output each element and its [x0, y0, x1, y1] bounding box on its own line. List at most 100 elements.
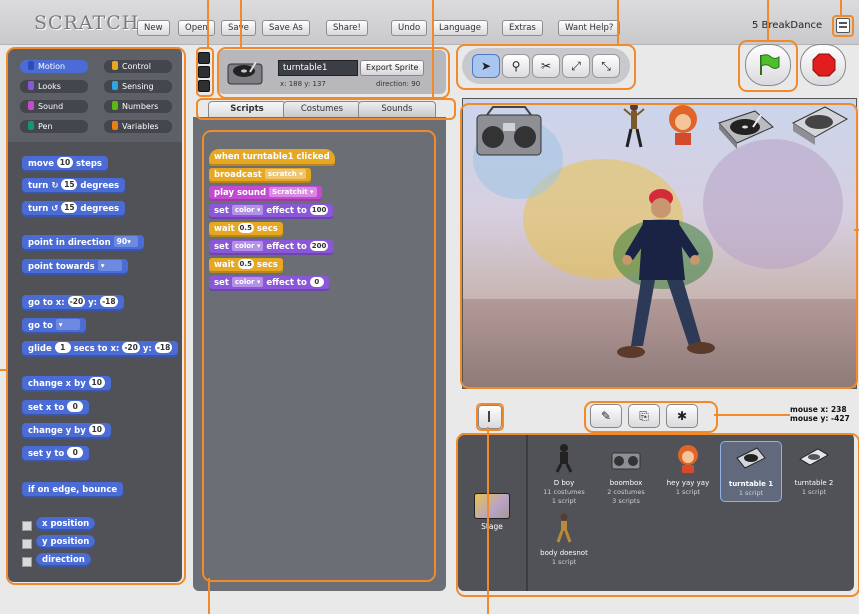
sprite-tile-turntable-1[interactable]: turntable 1 1 script — [720, 441, 782, 502]
effect-dropdown[interactable]: color ▾ — [231, 205, 264, 215]
set-effect-block[interactable]: set color ▾ effect to 100 — [209, 204, 334, 219]
green-flag-button[interactable] — [745, 44, 791, 86]
duplicate-stamp-icon[interactable]: ⚲ — [502, 54, 530, 78]
value-input[interactable]: 10 — [88, 377, 105, 388]
degrees-input[interactable]: 15 — [61, 202, 78, 213]
effect-value-input[interactable]: 100 — [309, 205, 329, 215]
go-to-xy-block[interactable]: go to x: -20 y: -18 — [22, 295, 124, 311]
y-position-checkbox[interactable] — [22, 539, 32, 549]
no-rotate-mode-icon[interactable] — [198, 80, 210, 92]
when-sprite-clicked-hat-block[interactable]: when turntable1 clicked — [209, 149, 335, 166]
sprite-tile-body-doesnot[interactable]: body doesnot 1 script — [534, 513, 594, 567]
y-input[interactable]: -18 — [100, 296, 118, 307]
change-x-block[interactable]: change x by 10 — [22, 376, 111, 392]
value-input[interactable]: 0 — [67, 447, 84, 458]
dancer-sprite-icon[interactable] — [623, 101, 645, 151]
effect-dropdown[interactable]: color ▾ — [231, 241, 264, 251]
category-pen[interactable]: Pen — [20, 120, 88, 133]
point-towards-block[interactable]: point towards ▾ — [22, 259, 128, 275]
change-y-block[interactable]: change y by 10 — [22, 423, 111, 439]
language-button[interactable]: Language — [432, 20, 488, 36]
value-input[interactable]: 10 — [88, 424, 105, 435]
arrow-pointer-icon[interactable]: ➤ — [472, 54, 500, 78]
move-block[interactable]: move 10 steps — [22, 156, 108, 172]
direction-checkbox[interactable] — [22, 557, 32, 567]
presentation-mode-icon[interactable] — [478, 405, 502, 429]
new-button[interactable]: New — [137, 20, 170, 36]
save-button[interactable]: Save — [221, 20, 256, 36]
breakdancer-sprite-icon[interactable] — [603, 184, 723, 366]
stage[interactable] — [462, 98, 857, 389]
set-y-block[interactable]: set y to 0 — [22, 446, 90, 462]
turntable2-sprite-icon[interactable] — [789, 103, 849, 149]
sprite-tile-boombox[interactable]: boombox 2 costumes 3 scripts — [596, 443, 656, 506]
share-button[interactable]: Share! — [326, 20, 368, 36]
stop-button[interactable] — [800, 44, 846, 86]
secs-input[interactable]: 0.5 — [237, 259, 254, 269]
target-dropdown[interactable]: ▾ — [97, 260, 122, 271]
rotate-mode-icon[interactable] — [198, 52, 210, 64]
degrees-input[interactable]: 15 — [61, 179, 78, 190]
bounce-block[interactable]: if on edge, bounce — [22, 482, 124, 498]
export-sprite-button[interactable]: Export Sprite — [360, 60, 425, 76]
secs-input[interactable]: 1 — [54, 342, 71, 353]
effect-value-input[interactable]: 0 — [309, 277, 324, 287]
category-variables[interactable]: Variables — [104, 120, 172, 133]
flip-mode-icon[interactable] — [198, 66, 210, 78]
sprite-name-input[interactable]: turntable1 — [278, 60, 358, 76]
scripts-area[interactable]: when turntable1 clicked broadcast scratc… — [193, 117, 446, 591]
x-input[interactable]: -20 — [67, 296, 86, 307]
sprite-tile-hey-yay-yay[interactable]: hey yay yay 1 script — [658, 443, 718, 497]
tab-scripts[interactable]: Scripts — [208, 101, 286, 118]
save-as-button[interactable]: Save As — [262, 20, 310, 36]
set-x-block[interactable]: set x to 0 — [22, 400, 90, 416]
x-input[interactable]: -20 — [122, 342, 140, 353]
point-in-direction-block[interactable]: point in direction 90▾ — [22, 235, 144, 251]
direction-reporter[interactable]: direction — [36, 553, 91, 567]
message-dropdown[interactable]: scratch ▾ — [264, 169, 306, 179]
category-sound[interactable]: Sound — [20, 100, 88, 113]
turn-ccw-block[interactable]: turn ↺ 15 degrees — [22, 201, 126, 217]
category-control[interactable]: Control — [104, 60, 172, 73]
extras-button[interactable]: Extras — [502, 20, 543, 36]
category-looks[interactable]: Looks — [20, 80, 88, 93]
choose-sprite-from-file-icon[interactable]: ⎘ — [628, 404, 660, 428]
grow-sprite-icon[interactable]: ⤢ — [562, 54, 590, 78]
secs-input[interactable]: 0.5 — [237, 223, 254, 233]
category-numbers[interactable]: Numbers — [104, 100, 172, 113]
target-dropdown[interactable]: ▾ — [55, 319, 80, 330]
boombox-sprite-icon[interactable] — [473, 105, 545, 159]
help-button[interactable]: Want Help? — [558, 20, 621, 36]
set-effect-block[interactable]: set color ▾ effect to 0 — [209, 276, 329, 291]
stage-thumbnail[interactable] — [474, 493, 510, 519]
glide-block[interactable]: glide 1 secs to x: -20 y: -18 — [22, 341, 179, 357]
open-button[interactable]: Open — [178, 20, 215, 36]
x-position-reporter[interactable]: x position — [36, 517, 96, 531]
delete-scissors-icon[interactable]: ✂ — [532, 54, 560, 78]
value-input[interactable]: 0 — [67, 401, 84, 412]
tab-sounds[interactable]: Sounds — [358, 101, 436, 118]
sprite-tile-turntable-2[interactable]: turntable 2 1 script — [784, 443, 844, 497]
x-position-checkbox[interactable] — [22, 521, 32, 531]
play-sound-block[interactable]: play sound Scratchit ▾ — [209, 186, 322, 201]
go-to-block[interactable]: go to ▾ — [22, 318, 86, 334]
paint-new-sprite-icon[interactable]: ✎ — [590, 404, 622, 428]
sprite-tile-dboy[interactable]: D boy 11 costumes 1 script — [534, 443, 594, 506]
broadcast-block[interactable]: broadcast scratch ▾ — [209, 168, 311, 183]
random-surprise-sprite-icon[interactable]: ✱ — [666, 404, 698, 428]
y-input[interactable]: -18 — [154, 342, 173, 353]
category-motion[interactable]: Motion — [20, 60, 88, 73]
turn-cw-block[interactable]: turn ↻ 15 degrees — [22, 178, 126, 194]
steps-input[interactable]: 10 — [56, 157, 73, 168]
undo-button[interactable]: Undo — [391, 20, 428, 36]
direction-dropdown[interactable]: 90▾ — [113, 236, 138, 247]
shrink-sprite-icon[interactable]: ⤡ — [592, 54, 620, 78]
stage-selector[interactable]: Stage — [458, 433, 528, 591]
y-position-reporter[interactable]: y position — [36, 535, 96, 549]
view-mode-icon[interactable] — [836, 18, 850, 33]
effect-value-input[interactable]: 200 — [309, 241, 329, 251]
sound-dropdown[interactable]: Scratchit ▾ — [269, 187, 317, 197]
singer-sprite-icon[interactable] — [663, 103, 703, 147]
effect-dropdown[interactable]: color ▾ — [231, 277, 264, 287]
tab-costumes[interactable]: Costumes — [283, 101, 361, 118]
